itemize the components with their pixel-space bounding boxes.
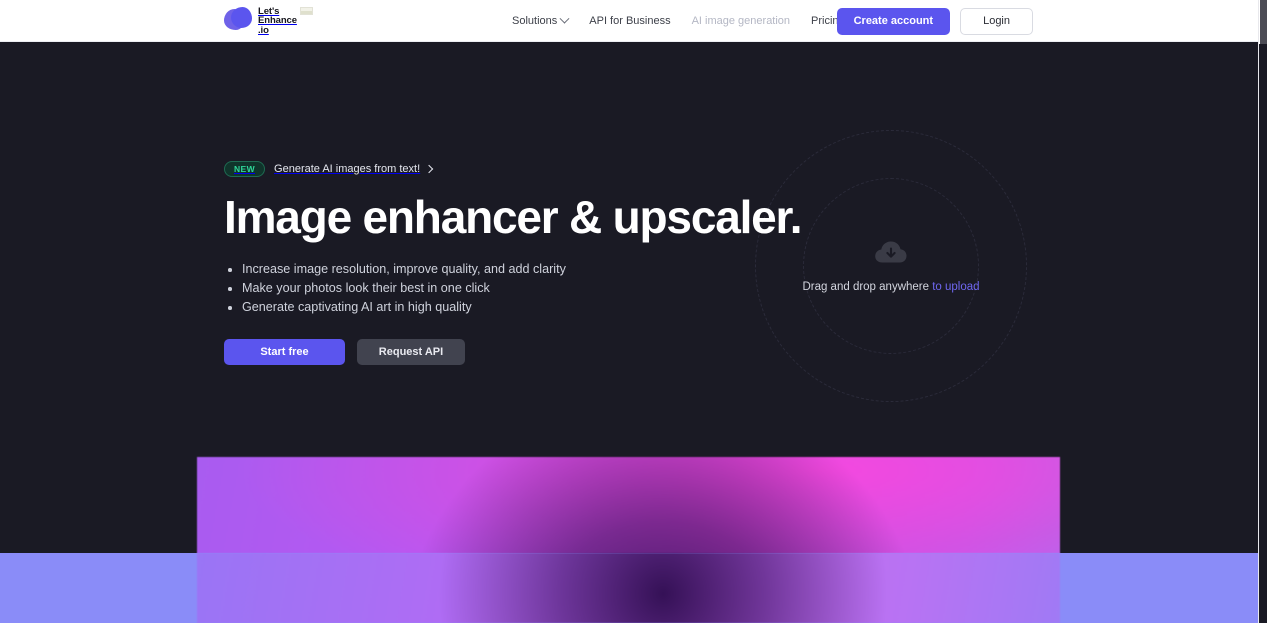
vertical-scrollbar[interactable] (1258, 0, 1267, 623)
browser-viewport: Let's Enhance .io Solutions API for Busi… (0, 0, 1258, 623)
new-badge: NEW (224, 160, 266, 178)
dropzone-main-text: Drag and drop anywhere (802, 280, 930, 293)
announcement-text: Generate AI images from text! (274, 163, 434, 175)
ukraine-flag-icon (299, 6, 313, 15)
dropzone-upload-link[interactable]: to upload (932, 281, 979, 293)
brand-wordmark: Let's Enhance .io (258, 6, 313, 36)
hero-feature-list: Increase image resolution, improve quali… (224, 260, 744, 317)
nav-label-solutions: Solutions (512, 15, 558, 27)
main-navigation: Solutions API for Business AI image gene… (512, 0, 888, 42)
start-free-button[interactable]: Start free (224, 339, 345, 365)
page-title: Image enhancer & upscaler. (224, 191, 802, 243)
header-actions: Create account Login (836, 0, 1033, 42)
request-api-button[interactable]: Request API (357, 339, 465, 365)
logo-blob-icon (224, 7, 252, 35)
login-button[interactable]: Login (960, 7, 1033, 35)
hero-section: Drag and drop anywhere to upload NEW Gen… (0, 42, 1258, 457)
cloud-upload-icon (874, 240, 908, 269)
periwinkle-band (0, 553, 1258, 623)
chevron-down-icon (559, 13, 570, 24)
brand-line-3: .io (258, 24, 269, 36)
page-root: Let's Enhance .io Solutions API for Busi… (0, 0, 1267, 623)
scrollbar-thumb[interactable] (1260, 0, 1267, 44)
showcase-image-lower (197, 553, 1060, 623)
dropzone-text: Drag and drop anywhere to upload (802, 281, 979, 293)
upload-dropzone[interactable]: Drag and drop anywhere to upload (755, 130, 1027, 402)
nav-item-api-for-business[interactable]: API for Business (589, 15, 670, 27)
list-item: Increase image resolution, improve quali… (224, 260, 744, 279)
nav-label-ai-image-generation: AI image generation (691, 15, 791, 27)
chevron-right-icon (424, 164, 434, 174)
announcement-label: Generate AI images from text! (274, 163, 421, 175)
list-item: Generate captivating AI art in high qual… (224, 298, 744, 317)
hero-announcement-badge[interactable]: NEW Generate AI images from text! (224, 160, 434, 178)
nav-label-api-for-business: API for Business (589, 15, 671, 27)
list-item: Make your photos look their best in one … (224, 279, 744, 298)
nav-item-ai-image-generation[interactable]: AI image generation (692, 15, 790, 27)
create-account-button[interactable]: Create account (836, 7, 951, 35)
hero-cta-row: Start free Request API (224, 339, 744, 365)
site-header: Let's Enhance .io Solutions API for Busi… (0, 0, 1258, 42)
nav-item-solutions[interactable]: Solutions (512, 13, 570, 27)
hero-copy: NEW Generate AI images from text! Image … (224, 160, 802, 365)
brand-logo[interactable]: Let's Enhance .io (224, 3, 313, 39)
scrollbar-track[interactable] (1259, 44, 1267, 623)
